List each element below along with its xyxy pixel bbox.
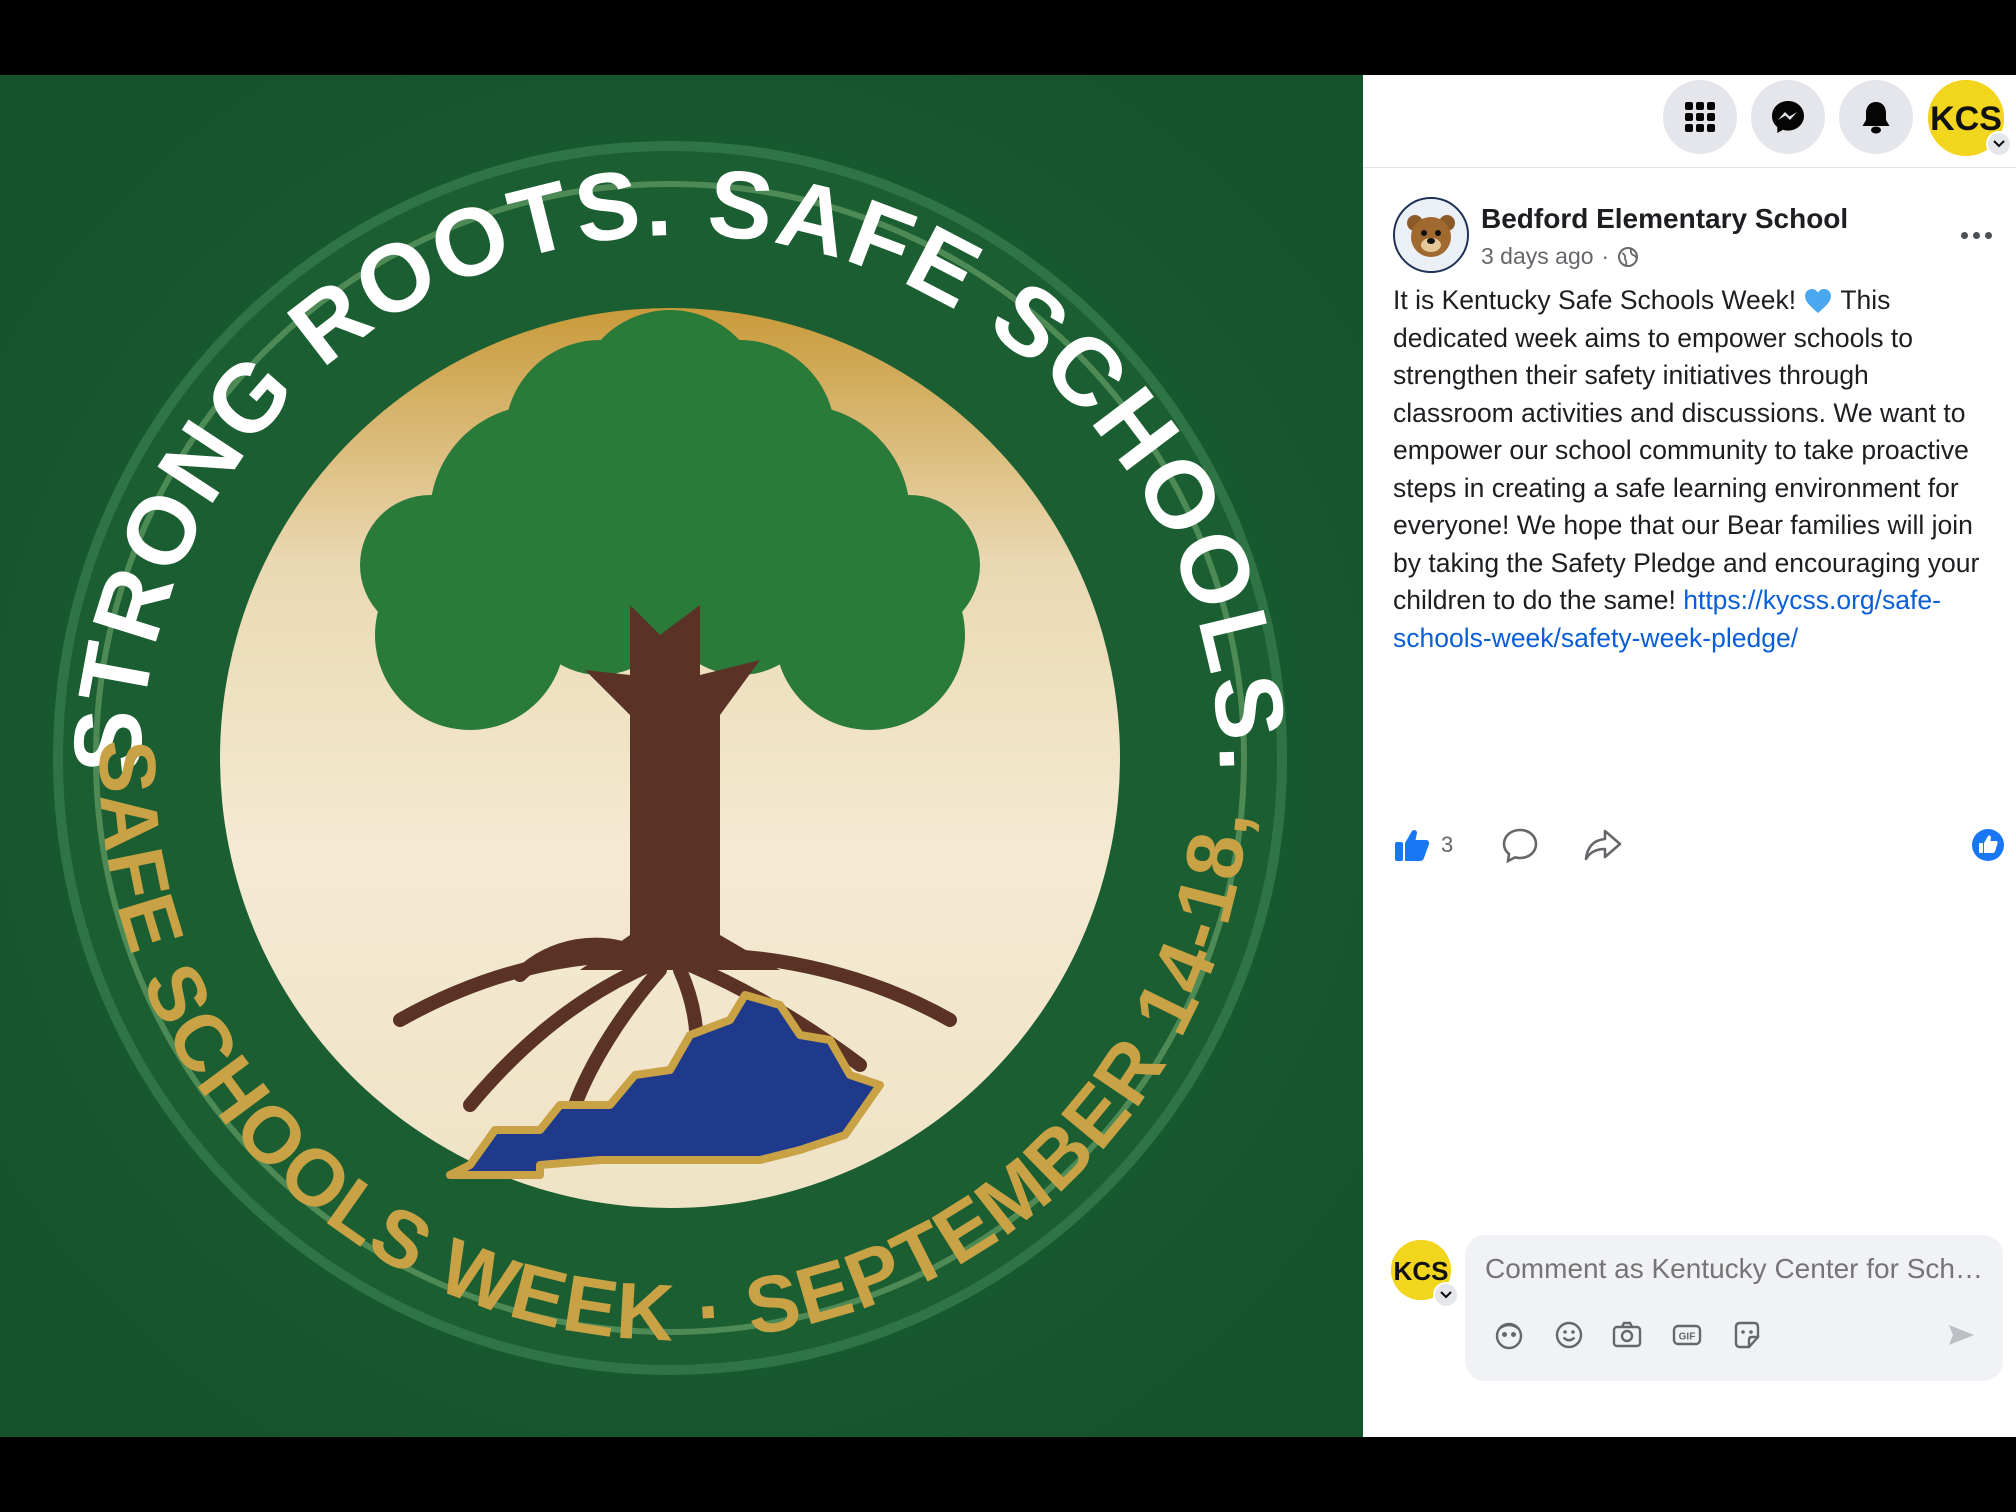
- bell-icon: [1862, 102, 1890, 134]
- comment-bubble-icon: [1502, 828, 1538, 863]
- post-side-panel: KCS Bedford Elementary School 3 days ago…: [1363, 75, 2016, 1437]
- comment-button[interactable]: [1501, 820, 1539, 870]
- post-actions: 3: [1393, 820, 2005, 870]
- share-button[interactable]: [1583, 820, 1623, 870]
- chevron-down-icon: [1440, 1291, 1452, 1299]
- safe-schools-week-logo: STRONG ROOTS. SAFE SCHOOLS. KY SAFE SCHO…: [0, 75, 1363, 1437]
- svg-text:KCS: KCS: [1394, 1256, 1449, 1286]
- gif-button[interactable]: GIF: [1667, 1315, 1707, 1355]
- account-menu-caret[interactable]: [1986, 131, 2012, 157]
- post-text-intro: It is Kentucky Safe Schools Week!: [1393, 285, 1797, 315]
- page-name-link[interactable]: Bedford Elementary School: [1481, 203, 1848, 235]
- emoji-button[interactable]: [1549, 1315, 1589, 1355]
- post-meta: 3 days ago ·: [1481, 243, 1639, 270]
- post-timestamp[interactable]: 3 days ago: [1481, 243, 1594, 270]
- send-comment-button[interactable]: [1941, 1315, 1981, 1355]
- avatar-sticker-button[interactable]: [1489, 1315, 1529, 1355]
- screen: STRONG ROOTS. SAFE SCHOOLS. KY SAFE SCHO…: [0, 75, 2016, 1437]
- photo-button[interactable]: [1607, 1315, 1647, 1355]
- post-message: It is Kentucky Safe Schools Week! This d…: [1393, 282, 1988, 657]
- blue-heart-emoji-icon: [1805, 289, 1832, 313]
- comment-composer: GIF: [1465, 1235, 2003, 1381]
- dot: [1972, 231, 1980, 239]
- post-options-button[interactable]: [1951, 215, 2001, 255]
- top-navigation-bar: KCS: [1363, 75, 2016, 168]
- grid-menu-button[interactable]: [1663, 80, 1737, 154]
- like-count: 3: [1441, 832, 1454, 857]
- like-button[interactable]: 3: [1393, 820, 1453, 870]
- commenter-switch-caret[interactable]: [1433, 1282, 1459, 1308]
- messenger-icon: [1772, 101, 1804, 133]
- dot: [1960, 231, 1968, 239]
- dot: [1984, 231, 1992, 239]
- post-text-body: This dedicated week aims to empower scho…: [1393, 285, 1980, 615]
- sticker-icon: [1734, 1321, 1760, 1349]
- chevron-down-icon: [1993, 140, 2005, 148]
- svg-text:GIF: GIF: [1679, 1332, 1696, 1343]
- page-avatar[interactable]: [1393, 197, 1469, 273]
- bear-mascot-icon: [1395, 199, 1467, 271]
- avatar-sticker-icon: [1495, 1322, 1523, 1350]
- gif-icon: GIF: [1672, 1324, 1702, 1346]
- share-arrow-icon: [1584, 829, 1622, 861]
- like-reaction-icon: [1972, 829, 2004, 861]
- notifications-button[interactable]: [1839, 80, 1913, 154]
- globe-icon: [1618, 246, 1639, 267]
- messenger-button[interactable]: [1751, 80, 1825, 154]
- smiley-icon: [1555, 1321, 1583, 1349]
- post-image[interactable]: STRONG ROOTS. SAFE SCHOOLS. KY SAFE SCHO…: [0, 75, 1363, 1437]
- comment-input[interactable]: [1485, 1249, 1985, 1289]
- like-reaction-summary[interactable]: [1971, 820, 2005, 870]
- thumbs-up-icon: [1395, 829, 1430, 861]
- sticker-button[interactable]: [1727, 1315, 1767, 1355]
- camera-icon: [1612, 1321, 1642, 1348]
- grid-menu-icon: [1685, 102, 1715, 132]
- meta-separator: ·: [1601, 243, 1610, 269]
- send-arrow-icon: [1949, 1325, 1974, 1345]
